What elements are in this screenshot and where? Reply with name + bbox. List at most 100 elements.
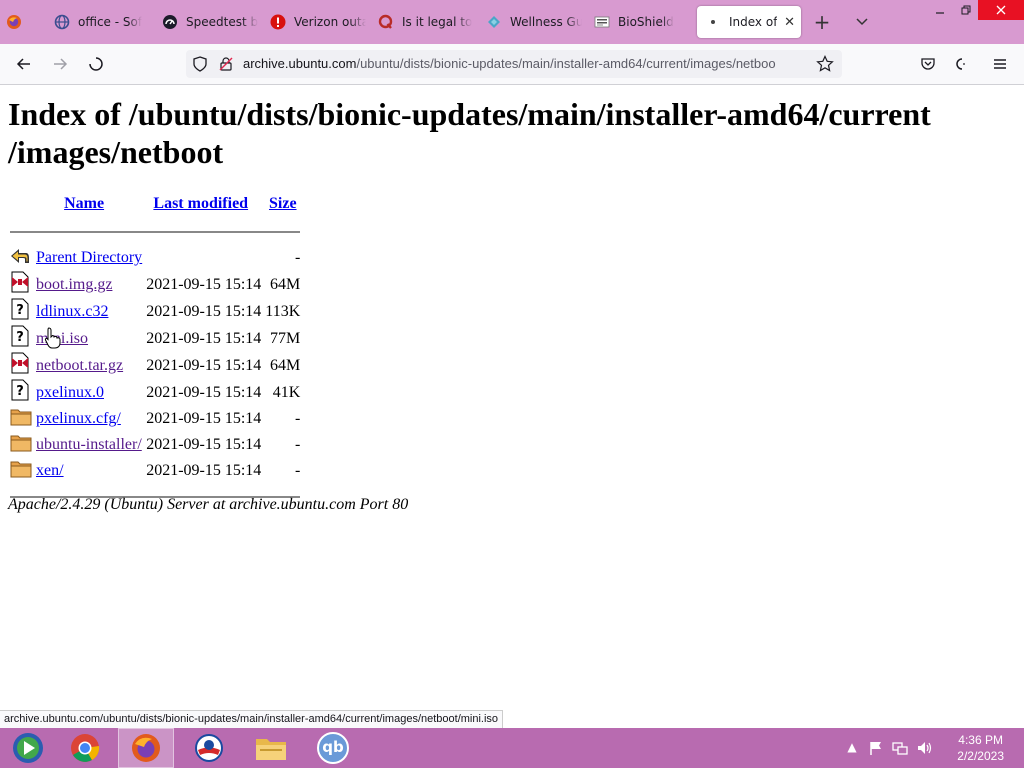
file-name-cell: pxelinux.0 <box>34 379 144 406</box>
action-center-flag-icon[interactable] <box>868 740 884 756</box>
taskbar-qbittorrent[interactable]: qb <box>305 728 361 768</box>
file-name-cell: ubuntu-installer/ <box>34 432 144 458</box>
size-cell: 77M <box>270 329 301 347</box>
file-link[interactable]: xen/ <box>36 462 64 479</box>
size-cell: - <box>294 249 301 266</box>
volume-icon[interactable] <box>916 740 932 756</box>
file-link[interactable]: boot.img.gz <box>36 276 112 293</box>
restore-icon <box>961 5 971 15</box>
last-modified-cell: 2021-09-15 15:14 <box>146 302 262 320</box>
file-link[interactable]: ldlinux.c32 <box>36 303 108 320</box>
extension-loading-button[interactable] <box>948 52 972 76</box>
tab-speedtest[interactable]: Speedtest b <box>162 6 258 38</box>
size-cell: 64M <box>270 356 301 374</box>
tab-strip: office - Sof Speedtest b Verizon outa Is… <box>0 0 1024 44</box>
file-link[interactable]: ubuntu-installer/ <box>36 436 142 453</box>
back-icon <box>8 245 34 271</box>
close-icon <box>996 5 1006 15</box>
pocket-icon <box>921 58 935 70</box>
url-text[interactable]: archive.ubuntu.com/ubuntu/dists/bionic-u… <box>243 56 808 71</box>
address-bar[interactable]: archive.ubuntu.com/ubuntu/dists/bionic-u… <box>186 50 842 78</box>
wellness-icon <box>486 14 502 30</box>
last-modified-cell: 2021-09-15 15:14 <box>146 329 262 347</box>
sort-by-size-link[interactable]: Size <box>269 195 297 212</box>
size-cell: - <box>294 436 301 453</box>
tab-label: office - Sof <box>78 15 143 29</box>
tab-quora[interactable]: Is it legal to <box>378 6 474 38</box>
file-name-cell: xen/ <box>34 458 144 484</box>
unknown-file-icon: ? <box>8 379 34 406</box>
tab-office[interactable]: office - Sof <box>54 6 150 38</box>
app-menu-button[interactable] <box>988 52 1012 76</box>
taskbar-file-explorer[interactable] <box>243 728 299 768</box>
taskbar-chrome[interactable] <box>57 728 113 768</box>
system-clock[interactable]: 4:36 PM 2/2/2023 <box>957 732 1004 764</box>
new-tab-button[interactable]: + <box>810 6 834 38</box>
pocket-button[interactable] <box>916 52 940 76</box>
table-row: pxelinux.cfg/2021-09-15 15:14 - <box>8 406 302 432</box>
server-signature: Apache/2.4.29 (Ubuntu) Server at archive… <box>8 496 409 513</box>
unknown-file-icon: ? <box>8 325 34 352</box>
table-row: ? pxelinux.0 2021-09-15 15:14 41K <box>8 379 302 406</box>
bookmark-star-button[interactable] <box>816 55 834 77</box>
obama-icon <box>195 734 223 762</box>
file-explorer-icon <box>256 739 286 760</box>
window-close-button[interactable] <box>978 0 1024 20</box>
size-cell: - <box>294 410 301 427</box>
tab-label: Speedtest b <box>186 15 258 29</box>
tracking-protection-shield-icon[interactable] <box>192 56 208 76</box>
taskbar-obama[interactable] <box>181 728 237 768</box>
firefox-icon <box>6 14 22 30</box>
back-button[interactable] <box>12 52 36 76</box>
tab-index-of[interactable]: Index of ✕ <box>697 6 801 38</box>
chrome-icon <box>71 734 100 762</box>
table-row: Parent Directory - <box>8 245 302 271</box>
table-row: xen/2021-09-15 15:14 - <box>8 458 302 484</box>
insecure-lock-icon[interactable] <box>218 56 234 76</box>
close-tab-icon[interactable]: ✕ <box>784 15 795 30</box>
svg-text:?: ? <box>16 303 24 318</box>
last-modified-cell <box>144 245 263 271</box>
star-icon <box>816 55 834 72</box>
table-row: ? ldlinux.c32 2021-09-15 15:14 113K <box>8 298 302 325</box>
speedtest-icon <box>162 14 178 30</box>
forward-button[interactable] <box>48 52 72 76</box>
size-column-header: Size <box>263 189 302 219</box>
sort-by-name-link[interactable]: Name <box>64 195 104 212</box>
icon-column-header <box>8 189 34 219</box>
last-modified-cell: 2021-09-15 15:14 <box>146 356 262 374</box>
list-all-tabs-button[interactable] <box>852 6 872 38</box>
tab-wellness[interactable]: Wellness Gu <box>486 6 582 38</box>
minimize-icon <box>936 12 944 14</box>
tab-label: Verizon outa <box>294 15 366 29</box>
page-title: Index of /ubuntu/dists/bionic-updates/ma… <box>8 96 931 170</box>
arrow-left-icon <box>16 58 30 70</box>
table-row: boot.img.gz 2021-09-15 15:14 64M <box>8 271 302 298</box>
compressed-file-icon <box>8 271 34 298</box>
taskbar-firefox[interactable] <box>118 728 174 768</box>
file-link[interactable]: pxelinux.cfg/ <box>36 410 121 427</box>
stop-loading-button[interactable] <box>84 52 108 76</box>
sort-by-modified-link[interactable]: Last modified <box>153 195 248 212</box>
taskbar-media-center[interactable] <box>0 728 56 768</box>
show-hidden-icons-button[interactable]: ▲ <box>844 740 860 756</box>
last-modified-cell: 2021-09-15 15:14 <box>146 383 262 401</box>
unknown-file-icon: ? <box>8 298 34 325</box>
qbittorrent-icon: qb <box>317 732 349 764</box>
modified-column-header: Last modified <box>144 189 263 219</box>
tab-verizon[interactable]: Verizon outa <box>270 6 366 38</box>
file-link[interactable]: Parent Directory <box>36 249 142 266</box>
file-link[interactable]: pxelinux.0 <box>36 384 104 401</box>
size-cell: 64M <box>270 275 301 293</box>
windows-taskbar: qb ▲ 4:36 PM 2/2/2023 <box>0 728 1024 768</box>
network-icon[interactable] <box>892 740 908 756</box>
firefox-view-button[interactable] <box>6 6 36 38</box>
last-modified-cell: 2021-09-15 15:14 <box>146 436 262 453</box>
folder-icon <box>8 432 34 458</box>
tab-label: Wellness Gu <box>510 15 582 29</box>
url-host: archive.ubuntu.com <box>243 56 357 71</box>
chevron-down-icon <box>856 18 868 26</box>
folder-icon <box>8 458 34 484</box>
file-link[interactable]: netboot.tar.gz <box>36 357 123 374</box>
tab-bioshield[interactable]: BioShield <box>594 6 690 38</box>
